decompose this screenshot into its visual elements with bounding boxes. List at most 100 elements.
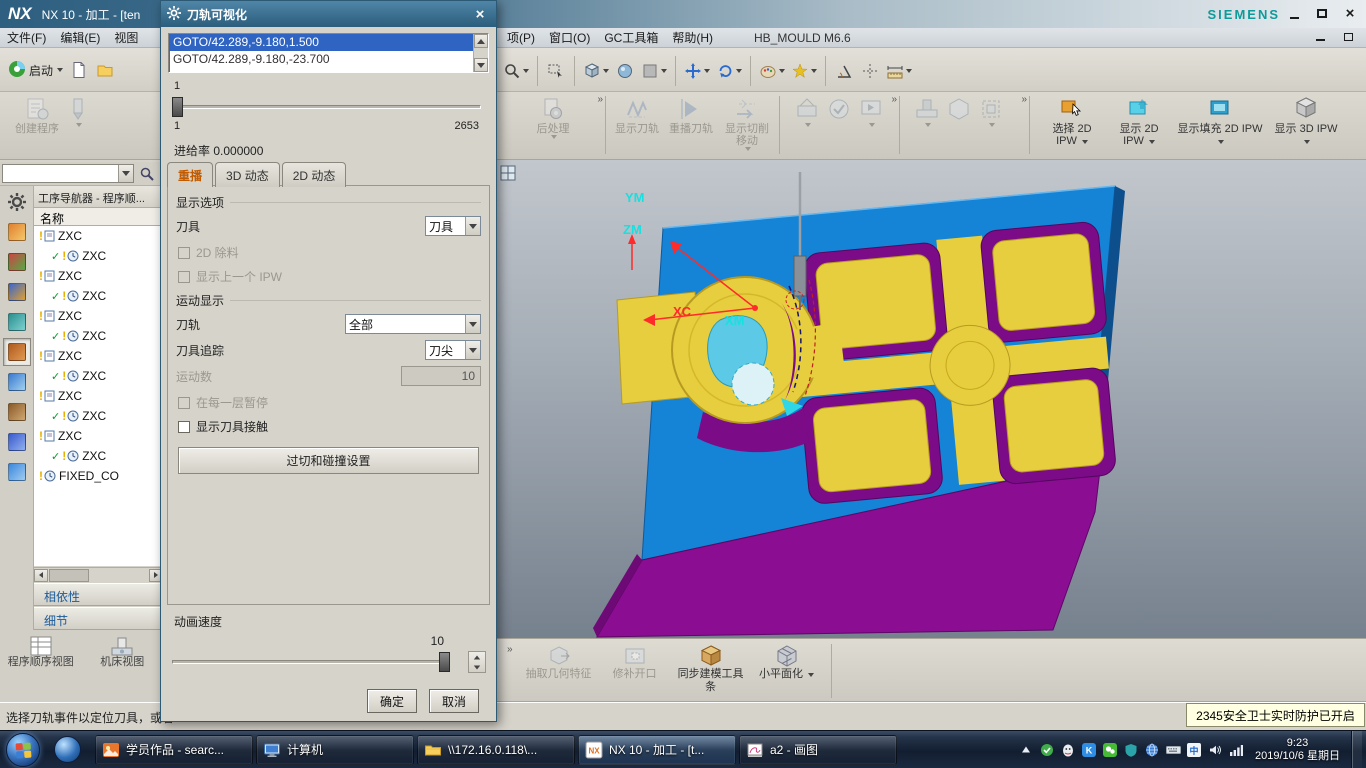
animation-speed-slider[interactable] [172, 651, 450, 673]
show-cut-moves-button[interactable]: 显示切削移动 [718, 94, 776, 153]
web-browser-icon[interactable] [3, 458, 31, 486]
replay-toolpath-button[interactable]: 重播刀轨 [664, 94, 718, 137]
hidden-icons-icon[interactable] [1018, 742, 1034, 758]
start-menu-button[interactable]: 启动 [4, 56, 66, 84]
program-order-view-button[interactable]: 程序顺序视图 [4, 633, 78, 697]
open-file-icon[interactable] [92, 56, 118, 84]
navigator-item[interactable]: !ZXC [34, 226, 163, 246]
create-tool-button[interactable] [62, 94, 94, 129]
dependencies-section[interactable]: 相依性 [34, 583, 163, 606]
checkbox-show-last-ipw[interactable]: 显示上一个 IPW [178, 268, 479, 285]
menu-help[interactable]: 帮助(H) [665, 29, 720, 46]
dialog-titlebar[interactable]: 刀轨可视化 × [161, 1, 496, 27]
navigator-item[interactable]: ✓!ZXC [34, 406, 163, 426]
tab-replay[interactable]: 重播 [167, 162, 213, 187]
music-icon[interactable]: K [1081, 742, 1097, 758]
machining-wizard-icon[interactable] [3, 368, 31, 396]
overflow-chevron-icon[interactable]: » [1021, 94, 1027, 105]
angle-snap-icon[interactable] [831, 57, 857, 85]
navigator-item[interactable]: ✓!ZXC [34, 366, 163, 386]
overflow-chevron-icon[interactable]: » [891, 94, 897, 105]
navigator-hscrollbar[interactable] [34, 567, 163, 582]
doc-minimize-icon[interactable] [1310, 30, 1330, 44]
postprocess-button[interactable]: 后处理 [518, 94, 588, 141]
toolpath-position-slider[interactable] [172, 96, 481, 118]
shaded-cube-icon[interactable] [580, 57, 612, 85]
spark-icon[interactable] [788, 57, 820, 85]
new-file-icon[interactable] [66, 56, 92, 84]
navigator-item[interactable]: ✓!ZXC [34, 286, 163, 306]
verify-button[interactable] [823, 94, 855, 125]
checkbox-show-tool-contact[interactable]: 显示刀具接触 [178, 418, 479, 435]
synchronous-modeling-button[interactable]: 同步建模工具条 [673, 642, 749, 694]
finder-search-icon[interactable] [136, 164, 158, 183]
combo-arrow-icon[interactable] [465, 341, 480, 359]
toolpath-combo[interactable]: 全部 [345, 314, 481, 334]
rotate-icon[interactable] [713, 57, 745, 85]
navigator-column-header[interactable]: 名称 [34, 208, 163, 226]
taskbar-button[interactable]: NXNX 10 - 加工 - [t... [578, 735, 736, 765]
overflow-chevron-icon[interactable]: » [507, 644, 513, 655]
navigator-item[interactable]: ✓!ZXC [34, 326, 163, 346]
goto-event-list[interactable]: GOTO/42.289,-9.180,1.500 GOTO/42.289,-9.… [168, 33, 489, 73]
taskbar-clock[interactable]: 9:23 2019/10/6 星期日 [1255, 737, 1340, 763]
extract-geometry-button[interactable]: 抽取几何特征 [521, 642, 597, 681]
gear-icon[interactable] [3, 188, 31, 216]
menu-preferences[interactable]: 项(P) [500, 29, 542, 46]
create-program-button[interactable]: 创建程序 [12, 94, 62, 137]
combo-arrow-icon[interactable] [118, 165, 133, 182]
measure-ruler-icon[interactable] [883, 57, 915, 85]
fixture-button[interactable] [975, 94, 1007, 129]
taskbar-button[interactable]: 计算机 [256, 735, 414, 765]
dialog-close-icon[interactable]: × [470, 5, 490, 23]
constraint-navigator-icon[interactable] [3, 248, 31, 276]
scroll-up-icon[interactable] [474, 34, 488, 48]
show-desktop-button[interactable] [1351, 731, 1362, 768]
machine-tool-button[interactable] [911, 94, 943, 129]
facet-body-button[interactable]: 小平面化 [749, 642, 825, 681]
simulate-button[interactable] [855, 94, 887, 129]
volume-icon[interactable] [1207, 742, 1223, 758]
graphics-viewport[interactable]: YM ZM XC XM [497, 160, 1366, 638]
list-scrollbar[interactable] [473, 34, 488, 72]
background-square-icon[interactable] [638, 57, 670, 85]
slider-thumb[interactable] [439, 652, 450, 672]
cross-snap-icon[interactable] [857, 57, 883, 85]
network-icon[interactable] [1228, 742, 1244, 758]
scrollbar-thumb[interactable] [49, 569, 89, 582]
tab-2d-dynamic[interactable]: 2D 动态 [282, 162, 347, 187]
scroll-left-icon[interactable] [34, 569, 48, 582]
minimize-icon[interactable] [1284, 5, 1304, 22]
dialog-collapse-spinner[interactable] [468, 651, 486, 673]
navigator-item[interactable]: !FIXED_CO [34, 466, 163, 486]
navigator-item[interactable]: !ZXC [34, 306, 163, 326]
input-method-icon[interactable]: 中 [1186, 742, 1202, 758]
process-studio-icon[interactable] [3, 428, 31, 456]
details-section[interactable]: 细节 [34, 607, 163, 630]
checkbox-2d-removal[interactable]: 2D 除料 [178, 244, 479, 261]
command-finder-input[interactable] [2, 164, 134, 183]
overflow-chevron-icon[interactable]: » [597, 94, 603, 105]
navigator-item[interactable]: !ZXC [34, 386, 163, 406]
menu-view[interactable]: 视图 [107, 29, 145, 46]
workpiece-button[interactable] [943, 94, 975, 125]
navigator-item[interactable]: ✓!ZXC [34, 446, 163, 466]
gouge-collision-settings-button[interactable]: 过切和碰撞设置 [178, 447, 479, 474]
select-2d-ipw-button[interactable]: 选择 2D IPW [1038, 94, 1106, 149]
tool-trace-combo[interactable]: 刀尖 [425, 340, 481, 360]
close-icon[interactable]: × [1340, 5, 1360, 22]
tool-crib-icon[interactable] [3, 398, 31, 426]
scroll-down-icon[interactable] [474, 58, 488, 72]
checkbox-pause-each-layer[interactable]: 在每一层暂停 [178, 394, 479, 411]
part-navigator-icon[interactable] [3, 278, 31, 306]
menu-gc-toolbox[interactable]: GC工具箱 [597, 29, 665, 46]
tool-combo[interactable]: 刀具 [425, 216, 481, 236]
goto-line-selected[interactable]: GOTO/42.289,-9.180,1.500 [169, 34, 488, 51]
restore-icon[interactable] [1312, 5, 1332, 22]
gouge-check-button[interactable] [791, 94, 823, 129]
antivirus-shield-icon[interactable] [1123, 742, 1139, 758]
combo-arrow-icon[interactable] [465, 217, 480, 235]
show-toolpath-button[interactable]: 显示刀轨 [610, 94, 664, 137]
safety-icon[interactable] [1039, 742, 1055, 758]
tab-3d-dynamic[interactable]: 3D 动态 [215, 162, 280, 187]
